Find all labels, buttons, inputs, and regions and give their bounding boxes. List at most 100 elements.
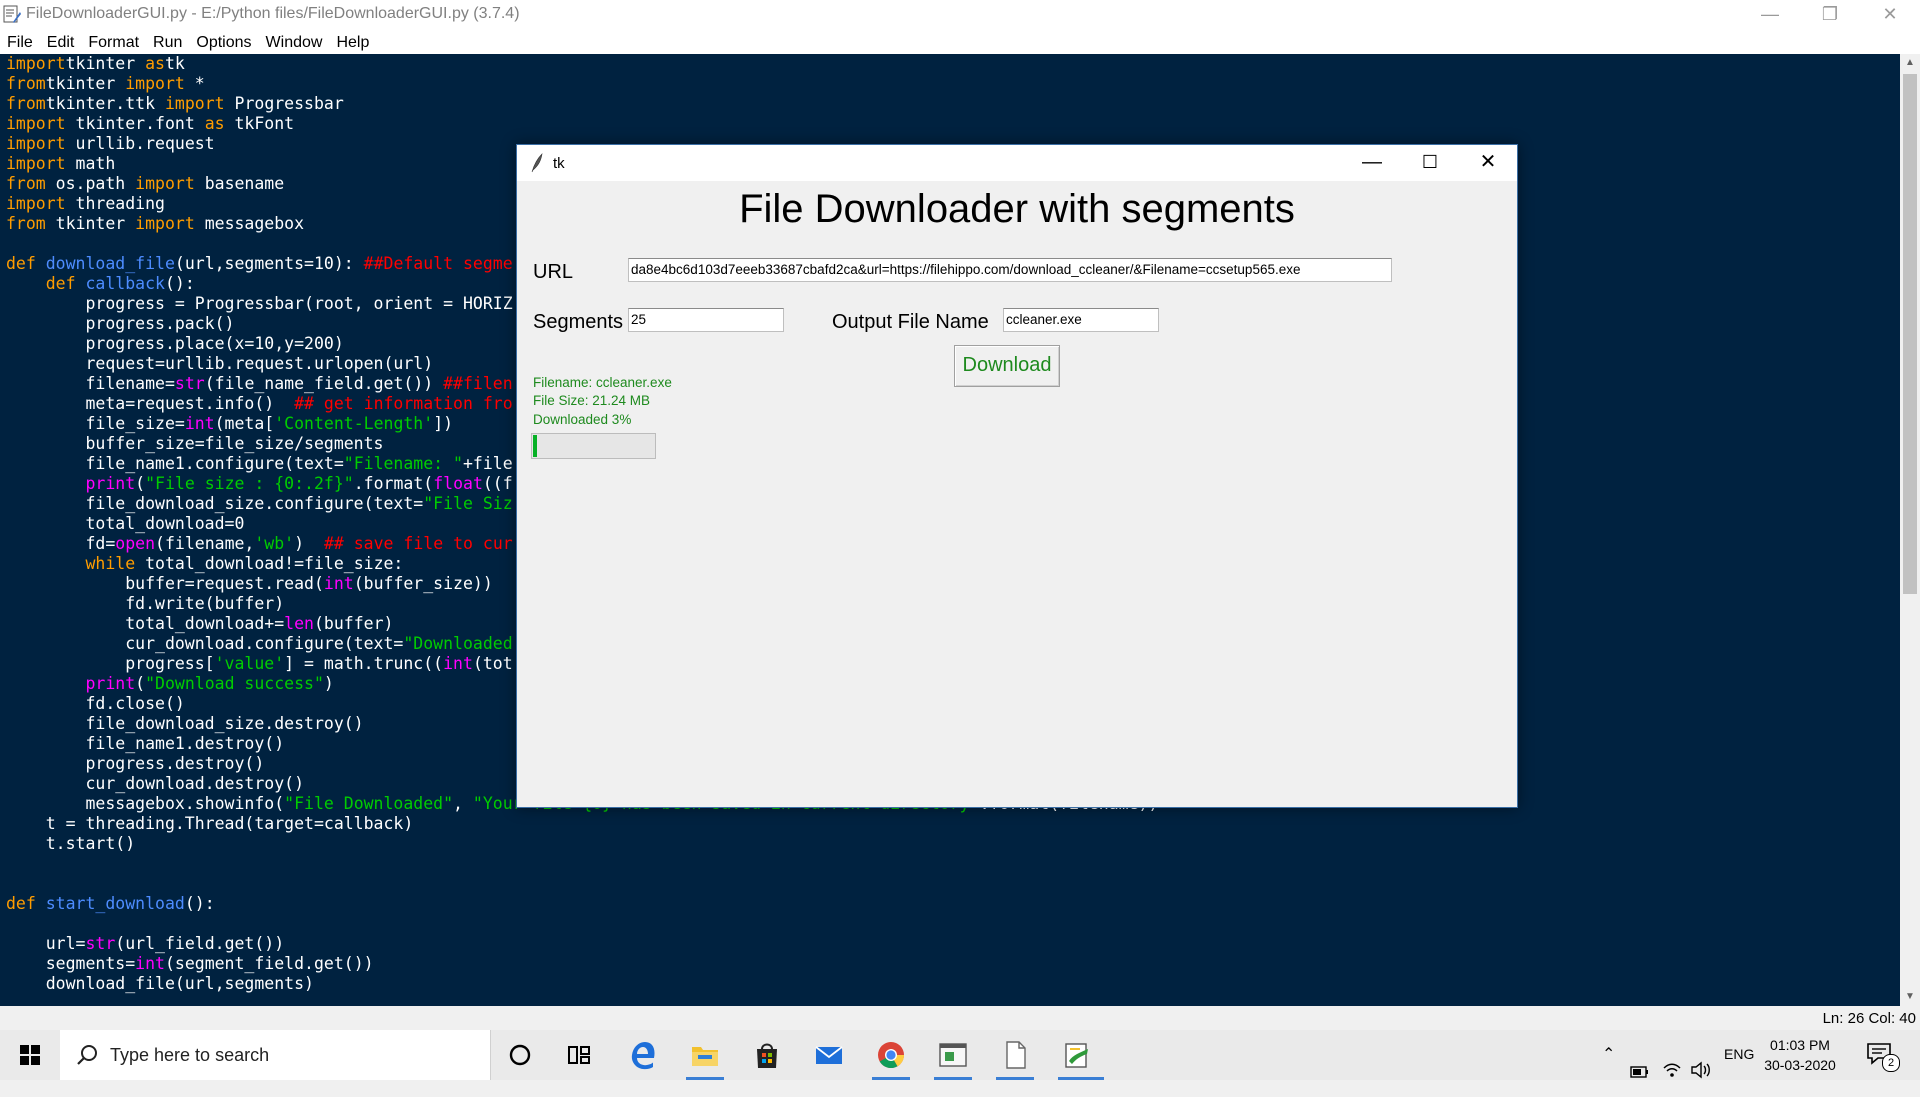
mail-icon[interactable] [813, 1039, 845, 1071]
menu-help[interactable]: Help [329, 30, 376, 52]
code-line[interactable]: importtkinter astk [6, 54, 185, 74]
code-line[interactable]: def callback(): [6, 274, 195, 294]
code-token: * [184, 74, 205, 93]
scroll-up-icon[interactable]: ▲ [1900, 54, 1920, 72]
code-line[interactable]: url=str(url_field.get()) [6, 934, 284, 954]
idle-menubar: File Edit Format Run Options Window Help [0, 30, 1920, 54]
show-hidden-icons-icon[interactable]: ⌃ [1602, 1044, 1615, 1094]
chrome-icon[interactable] [875, 1039, 907, 1071]
code-line[interactable]: total_download+=len(buffer) [6, 614, 393, 634]
code-line[interactable]: import threading [6, 194, 165, 214]
python-idle-icon[interactable] [1061, 1039, 1093, 1071]
code-line[interactable]: import urllib.request [6, 134, 215, 154]
code-token: import [6, 194, 66, 213]
code-line[interactable]: fd.write(buffer) [6, 594, 284, 614]
tk-close-icon[interactable]: ✕ [1459, 145, 1517, 181]
editor-scrollbar[interactable]: ▲ ▼ [1900, 54, 1920, 1006]
search-placeholder: Type here to search [110, 1045, 270, 1065]
code-line[interactable]: print("Download success") [6, 674, 333, 694]
code-line[interactable]: t.start() [6, 834, 135, 854]
code-line[interactable]: t = threading.Thread(target=callback) [6, 814, 414, 834]
code-line[interactable]: fromtkinter.ttk import Progressbar [6, 94, 344, 114]
code-line[interactable]: fd.close() [6, 694, 185, 714]
minimize-icon[interactable]: — [1740, 0, 1800, 30]
input-language[interactable]: ENG [1724, 1046, 1754, 1096]
code-line[interactable]: def download_file(url,segments=10): ##De… [6, 254, 513, 274]
menu-format[interactable]: Format [81, 30, 146, 52]
code-token: total_download!=file_size: [135, 554, 404, 573]
task-view-icon[interactable] [563, 1039, 595, 1071]
code-line[interactable]: buffer=request.read(int(buffer_size)) [6, 574, 493, 594]
code-token: "File Siz [423, 494, 513, 513]
edge-icon[interactable] [627, 1039, 659, 1071]
code-line[interactable]: segments=int(segment_field.get()) [6, 954, 374, 974]
output-filename-field[interactable]: ccleaner.exe [1003, 308, 1159, 332]
url-field[interactable]: da8e4bc6d103d7eeeb33687cbafd2ca&url=http… [628, 258, 1392, 282]
menu-edit[interactable]: Edit [40, 30, 82, 52]
code-line[interactable]: download_file(url,segments) [6, 974, 314, 994]
file-explorer-icon[interactable] [689, 1039, 721, 1071]
cortana-icon[interactable] [504, 1039, 536, 1071]
code-line[interactable]: from tkinter import messagebox [6, 214, 304, 234]
restore-icon[interactable]: ❐ [1800, 0, 1860, 30]
code-line[interactable]: progress.place(x=10,y=200) [6, 334, 343, 354]
code-token: print [85, 474, 136, 493]
code-line[interactable]: cur_download.configure(text="Downloaded [6, 634, 512, 654]
battery-icon[interactable] [1630, 1047, 1650, 1097]
code-line[interactable]: file_name1.configure(text="Filename: "+f… [6, 454, 512, 474]
scrollbar-thumb[interactable] [1903, 74, 1917, 594]
code-line[interactable]: fromtkinter import * [6, 74, 205, 94]
code-line[interactable]: import math [6, 154, 115, 174]
app-window-icon[interactable] [937, 1039, 969, 1071]
segments-label: Segments [533, 311, 624, 333]
code-line[interactable]: while total_download!=file_size: [6, 554, 403, 574]
code-token: tkinter [45, 74, 126, 93]
code-line[interactable]: total_download=0 [6, 514, 244, 534]
code-line[interactable]: fd=open(filename,'wb') ## save file to c… [6, 534, 512, 554]
start-button[interactable] [0, 1030, 60, 1080]
code-line[interactable]: file_download_size.configure(text="File … [6, 494, 513, 514]
code-token: from [6, 214, 46, 233]
code-token: .format( [353, 474, 434, 493]
code-token: tkFont [224, 114, 295, 133]
tk-maximize-icon[interactable]: ☐ [1401, 145, 1459, 181]
menu-window[interactable]: Window [259, 30, 330, 52]
code-line[interactable]: meta=request.info() ## get information f… [6, 394, 512, 414]
code-line[interactable]: request=urllib.request.urlopen(url) [6, 354, 433, 374]
menu-file[interactable]: File [0, 30, 40, 52]
scroll-down-icon[interactable]: ▼ [1900, 988, 1920, 1006]
code-token: fd.close() [6, 694, 185, 713]
download-button[interactable]: Download [954, 345, 1060, 387]
menu-run[interactable]: Run [146, 30, 189, 52]
code-token: def [6, 254, 36, 273]
code-line[interactable]: from os.path import basename [6, 174, 284, 194]
code-token: open [115, 534, 156, 553]
wifi-icon[interactable] [1662, 1045, 1682, 1095]
code-line[interactable]: file_name1.destroy() [6, 734, 284, 754]
code-line[interactable]: progress = Progressbar(root, orient = HO… [6, 294, 512, 314]
code-line[interactable]: cur_download.destroy() [6, 774, 304, 794]
code-line[interactable]: progress['value'] = math.trunc((int(tot [6, 654, 512, 674]
tk-minimize-icon[interactable]: — [1343, 145, 1401, 181]
code-line[interactable]: import tkinter.font as tkFont [6, 114, 294, 134]
code-token: (url,segments=10): [174, 254, 364, 273]
code-line[interactable]: def start_download(): [6, 894, 215, 914]
store-icon[interactable] [751, 1039, 783, 1071]
code-line[interactable]: filename=str(file_name_field.get()) ##fi… [6, 374, 512, 394]
code-token: file_download_size.configure(text= [6, 494, 424, 513]
taskbar-search[interactable]: Type here to search [60, 1030, 491, 1080]
taskbar-clock[interactable]: 01:03 PM 30-03-2020 [1764, 1035, 1836, 1075]
volume-icon[interactable] [1690, 1045, 1712, 1095]
code-line[interactable]: file_download_size.destroy() [6, 714, 363, 734]
action-center[interactable]: 2 [1866, 1042, 1902, 1072]
close-icon[interactable]: ✕ [1860, 0, 1920, 30]
code-token: (buffer_size)) [353, 574, 493, 593]
code-line[interactable]: progress.destroy() [6, 754, 264, 774]
code-line[interactable]: progress.pack() [6, 314, 234, 334]
segments-field[interactable]: 25 [628, 308, 784, 332]
blank-document-icon[interactable] [999, 1039, 1031, 1071]
code-line[interactable]: print("File size : {0:.2f}".format(float… [6, 474, 512, 494]
code-line[interactable]: file_size=int(meta['Content-Length']) [6, 414, 453, 434]
menu-options[interactable]: Options [189, 30, 258, 52]
code-line[interactable]: buffer_size=file_size/segments [6, 434, 383, 454]
